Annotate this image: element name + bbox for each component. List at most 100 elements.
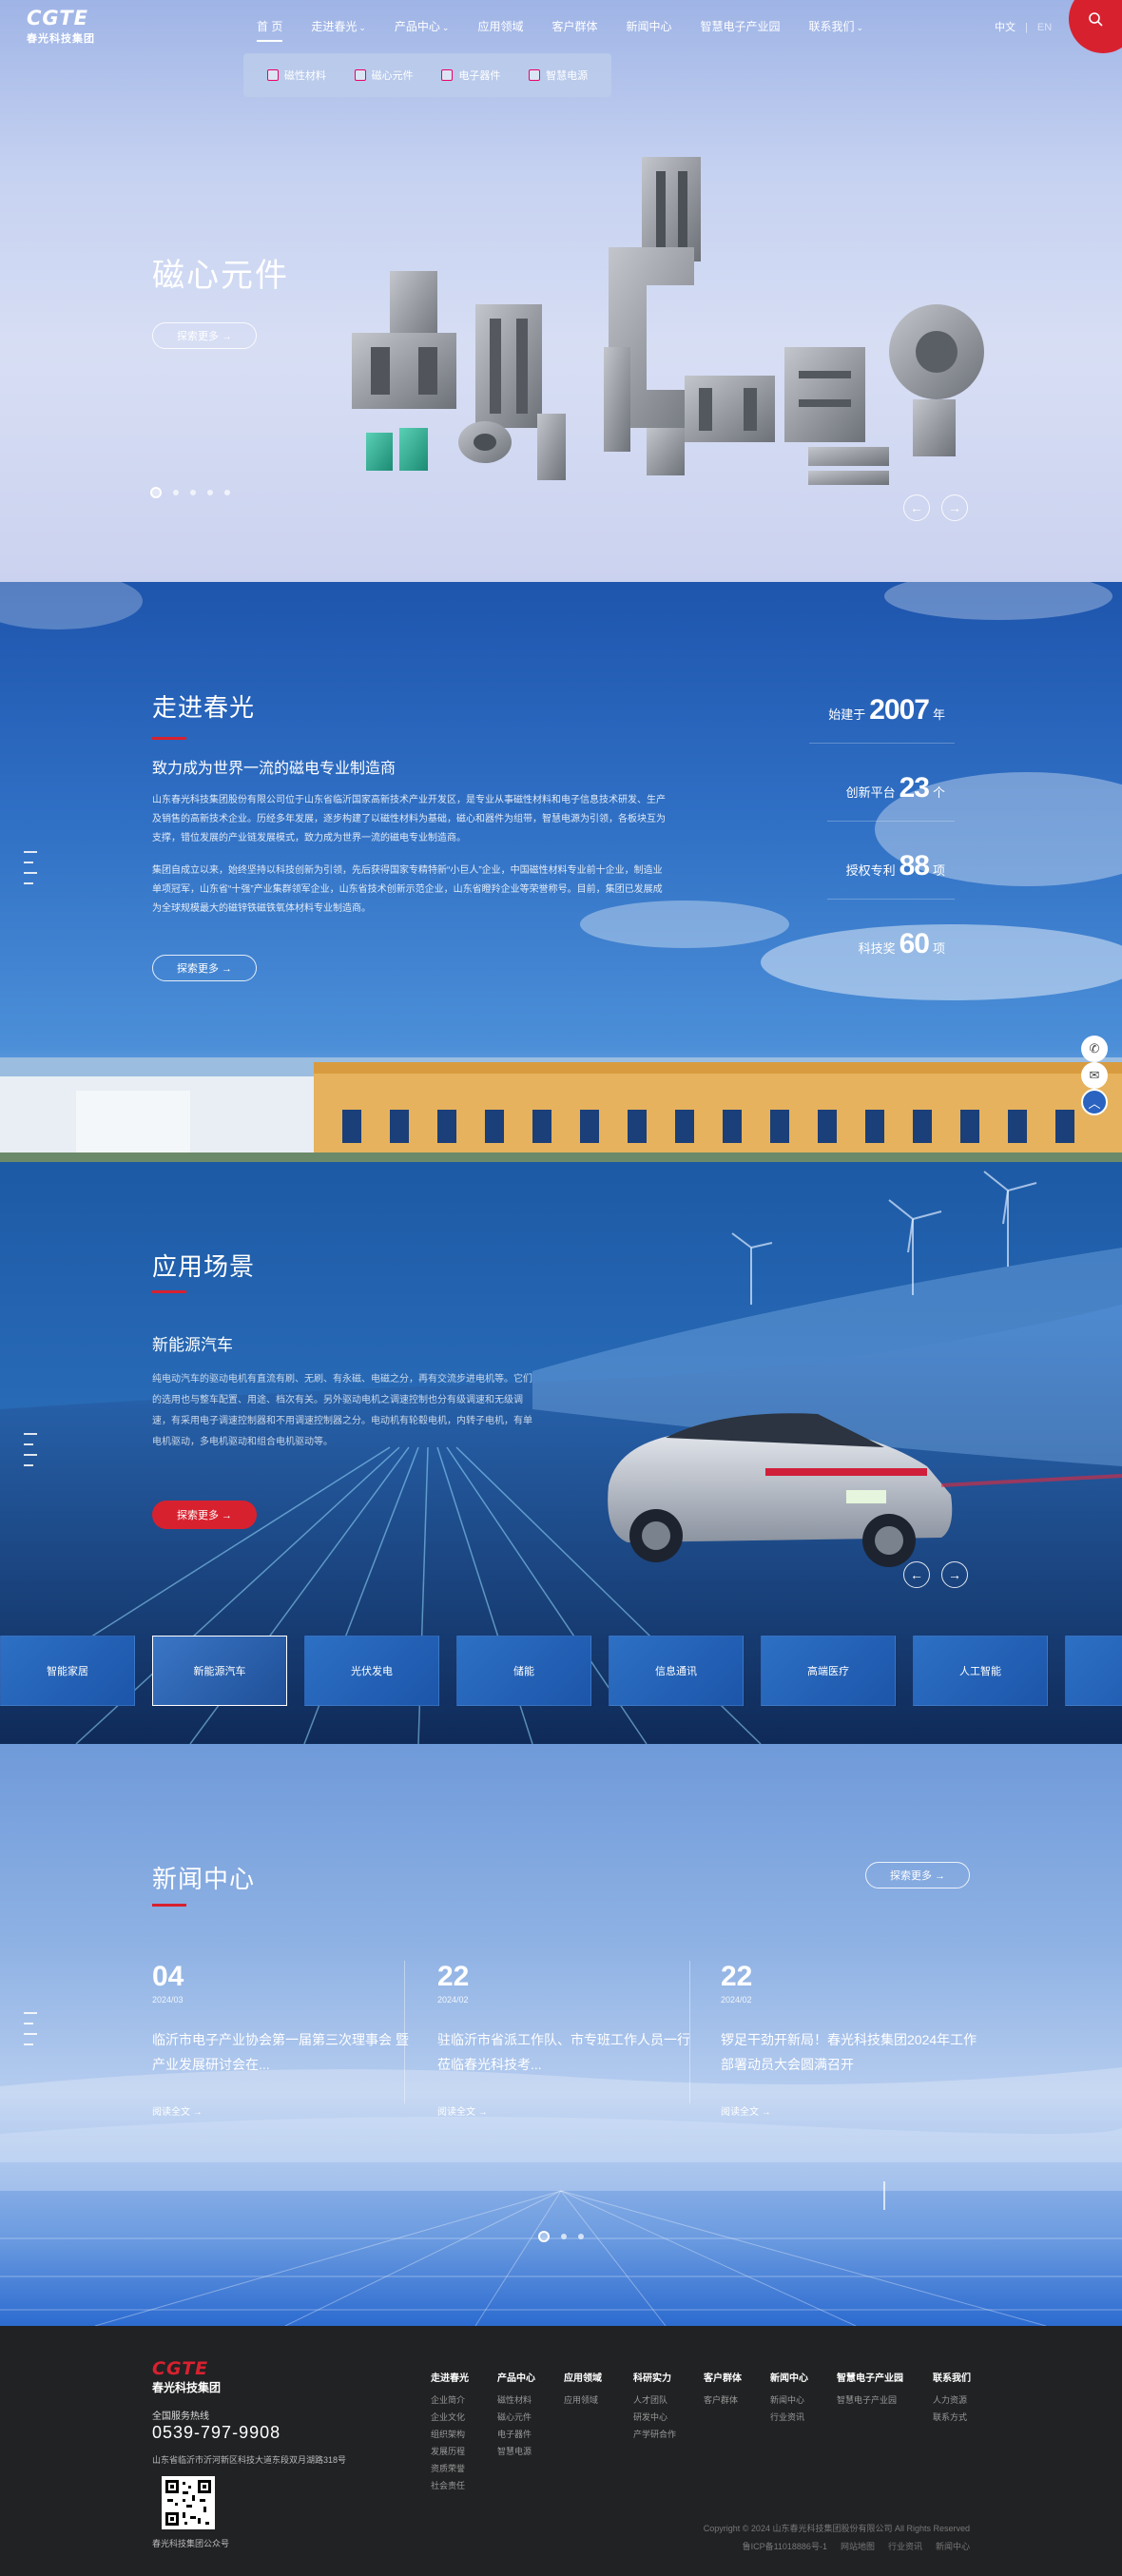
tab-photovoltaic[interactable]: 光伏发电 — [304, 1636, 439, 1706]
tab-energy-storage[interactable]: 储能 — [456, 1636, 591, 1706]
footer-link[interactable]: 磁性材料 — [497, 2392, 535, 2409]
carousel-dot[interactable] — [190, 490, 196, 495]
side-menu-icon[interactable] — [24, 851, 37, 893]
site-footer: CGTE 春光科技集团 全国服务热线 0539-797-9908 山东省临沂市沂… — [0, 2326, 1122, 2576]
news-day: 22 — [721, 1961, 753, 1992]
read-more-link[interactable]: 阅读全文 → — [152, 2103, 409, 2118]
news-day: 04 — [152, 1961, 184, 1992]
nav-item-customers[interactable]: 客户群体 — [551, 0, 597, 53]
footer-logo[interactable]: CGTE 春光科技集团 — [152, 2359, 221, 2395]
news-section: 新闻中心 探索更多 → 04 2024/03 临沂市电子产业协会第一届第三次理事… — [0, 1744, 1122, 2326]
tab-aviation[interactable]: 航空 — [1065, 1636, 1122, 1706]
news-headline[interactable]: 临沂市电子产业协会第一届第三次理事会 暨产业发展研讨会在... — [152, 2027, 409, 2077]
carousel-dot[interactable] — [150, 487, 162, 498]
submenu-item-electronic-devices[interactable]: 电子器件 — [441, 68, 500, 83]
stat-platforms: 创新平台 23 个 — [826, 772, 955, 822]
tab-new-energy-vehicle[interactable]: 新能源汽车 — [152, 1636, 287, 1706]
footer-col-heading[interactable]: 科研实力 — [633, 2370, 676, 2384]
tab-telecom[interactable]: 信息通讯 — [609, 1636, 744, 1706]
footer-link[interactable]: 产学研合作 — [633, 2426, 676, 2443]
industry-news-link[interactable]: 行业资讯 — [888, 2540, 922, 2552]
news-headline[interactable]: 驻临沂市省派工作队、市专班工作人员一行莅临春光科技考... — [437, 2027, 694, 2077]
carousel-dot[interactable] — [173, 490, 179, 495]
application-next-arrow[interactable]: → — [941, 1561, 968, 1588]
about-more-button[interactable]: 探索更多 → — [152, 955, 257, 981]
nav-item-about[interactable]: 走进春光 ⌄ — [311, 0, 366, 53]
footer-link[interactable]: 行业资讯 — [770, 2409, 808, 2426]
nav-item-applications[interactable]: 应用领域 — [477, 0, 523, 53]
footer-link[interactable]: 电子器件 — [497, 2426, 535, 2443]
footer-link[interactable]: 发展历程 — [431, 2443, 469, 2460]
sitemap-link[interactable]: 网站地图 — [841, 2540, 875, 2552]
footer-col-heading[interactable]: 应用领域 — [564, 2370, 602, 2384]
hero-next-arrow[interactable]: → — [941, 494, 968, 521]
footer-link[interactable]: 企业简介 — [431, 2392, 469, 2409]
footer-link[interactable]: 研发中心 — [633, 2409, 676, 2426]
side-menu-icon[interactable] — [24, 1433, 37, 1475]
submenu-item-magnetic-cores[interactable]: 磁心元件 — [354, 68, 414, 83]
nav-item-news[interactable]: 新闻中心 — [627, 0, 672, 53]
site-header: CGTE 春光科技集团 首 页 走进春光 ⌄ 产品中心 ⌄ 应用领域 客户群体 新闻… — [0, 0, 1122, 97]
news-card[interactable]: 22 2024/02 锣足干劲开新局！春光科技集团2024年工作部署动员大会圆满… — [721, 1961, 977, 2118]
language-switcher: 中文 | EN — [995, 19, 1061, 34]
footer-link[interactable]: 人才团队 — [633, 2392, 676, 2409]
carousel-dot[interactable] — [207, 490, 213, 495]
footer-link[interactable]: 磁心元件 — [497, 2409, 535, 2426]
footer-col-heading[interactable]: 产品中心 — [497, 2370, 535, 2384]
hero-more-button[interactable]: 探索更多 → — [152, 322, 257, 349]
site-logo[interactable]: CGTE 春光科技集团 — [27, 9, 97, 46]
mail-float-button[interactable]: ✉ — [1081, 1062, 1108, 1089]
application-more-button[interactable]: 探索更多 → — [152, 1501, 257, 1529]
back-to-top-button[interactable]: ︿ — [1081, 1089, 1108, 1115]
footer-col-heading[interactable]: 走进春光 — [431, 2370, 469, 2384]
footer-link[interactable]: 联系方式 — [933, 2409, 971, 2426]
submenu-item-magnetic-materials[interactable]: 磁性材料 — [266, 68, 326, 83]
footer-col-products: 产品中心 磁性材料 磁心元件 电子器件 智慧电源 — [497, 2370, 535, 2460]
news-more-button[interactable]: 探索更多 → — [865, 1862, 970, 1888]
footer-col-heading[interactable]: 新闻中心 — [770, 2370, 808, 2384]
footer-link[interactable]: 社会责任 — [431, 2477, 469, 2494]
footer-link[interactable]: 新闻中心 — [770, 2392, 808, 2409]
icp-link[interactable]: 鲁ICP备11018886号-1 — [743, 2540, 827, 2552]
stat-awards: 科技奖 60 项 — [858, 928, 945, 959]
news-center-link[interactable]: 新闻中心 — [936, 2540, 970, 2552]
lang-cn[interactable]: 中文 — [995, 22, 1016, 33]
carousel-dot[interactable] — [224, 490, 230, 495]
hero-prev-arrow[interactable]: ← — [903, 494, 930, 521]
carousel-dot[interactable] — [538, 2231, 550, 2242]
footer-link[interactable]: 资质荣誉 — [431, 2460, 469, 2477]
footer-link[interactable]: 人力资源 — [933, 2392, 971, 2409]
nav-item-contact[interactable]: 联系我们 ⌄ — [809, 0, 864, 53]
copyright: Copyright © 2024 山东春光科技集团股份有限公司 All Righ… — [703, 2524, 970, 2533]
news-card[interactable]: 04 2024/03 临沂市电子产业协会第一届第三次理事会 暨产业发展研讨会在.… — [152, 1961, 409, 2118]
footer-link[interactable]: 智慧电子产业园 — [837, 2392, 903, 2409]
footer-link[interactable]: 客户群体 — [704, 2392, 742, 2409]
footer-col-heading[interactable]: 智慧电子产业园 — [837, 2370, 903, 2384]
side-menu-icon[interactable] — [24, 2012, 37, 2054]
tab-medical[interactable]: 高端医疗 — [761, 1636, 896, 1706]
footer-col-heading[interactable]: 客户群体 — [704, 2370, 742, 2384]
tab-ai[interactable]: 人工智能 — [913, 1636, 1048, 1706]
news-headline[interactable]: 锣足干劲开新局！春光科技集团2024年工作部署动员大会圆满召开 — [721, 2027, 977, 2077]
footer-col-research: 科研实力 人才团队 研发中心 产学研合作 — [633, 2370, 676, 2443]
carousel-dot[interactable] — [578, 2234, 584, 2239]
lang-en[interactable]: EN — [1037, 22, 1052, 33]
nav-item-home[interactable]: 首 页 — [257, 0, 283, 53]
footer-link[interactable]: 智慧电源 — [497, 2443, 535, 2460]
footer-col-heading[interactable]: 联系我们 — [933, 2370, 971, 2384]
news-card[interactable]: 22 2024/02 驻临沂市省派工作队、市专班工作人员一行莅临春光科技考...… — [437, 1961, 694, 2118]
footer-link[interactable]: 组织架构 — [431, 2426, 469, 2443]
submenu-item-smart-power[interactable]: 智慧电源 — [529, 68, 588, 83]
nav-item-products[interactable]: 产品中心 ⌄ — [395, 0, 450, 53]
hotline-phone[interactable]: 0539-797-9908 — [152, 2423, 280, 2443]
search-button[interactable] — [1069, 0, 1122, 53]
read-more-link[interactable]: 阅读全文 → — [437, 2103, 694, 2118]
footer-link[interactable]: 企业文化 — [431, 2409, 469, 2426]
tab-smart-home[interactable]: 智能家居 — [0, 1636, 135, 1706]
carousel-dot[interactable] — [561, 2234, 567, 2239]
read-more-link[interactable]: 阅读全文 → — [721, 2103, 977, 2118]
footer-link[interactable]: 应用领域 — [564, 2392, 602, 2409]
nav-item-industrial-park[interactable]: 智慧电子产业园 — [701, 0, 781, 53]
application-prev-arrow[interactable]: ← — [903, 1561, 930, 1588]
phone-float-button[interactable]: ✆ — [1081, 1036, 1108, 1062]
